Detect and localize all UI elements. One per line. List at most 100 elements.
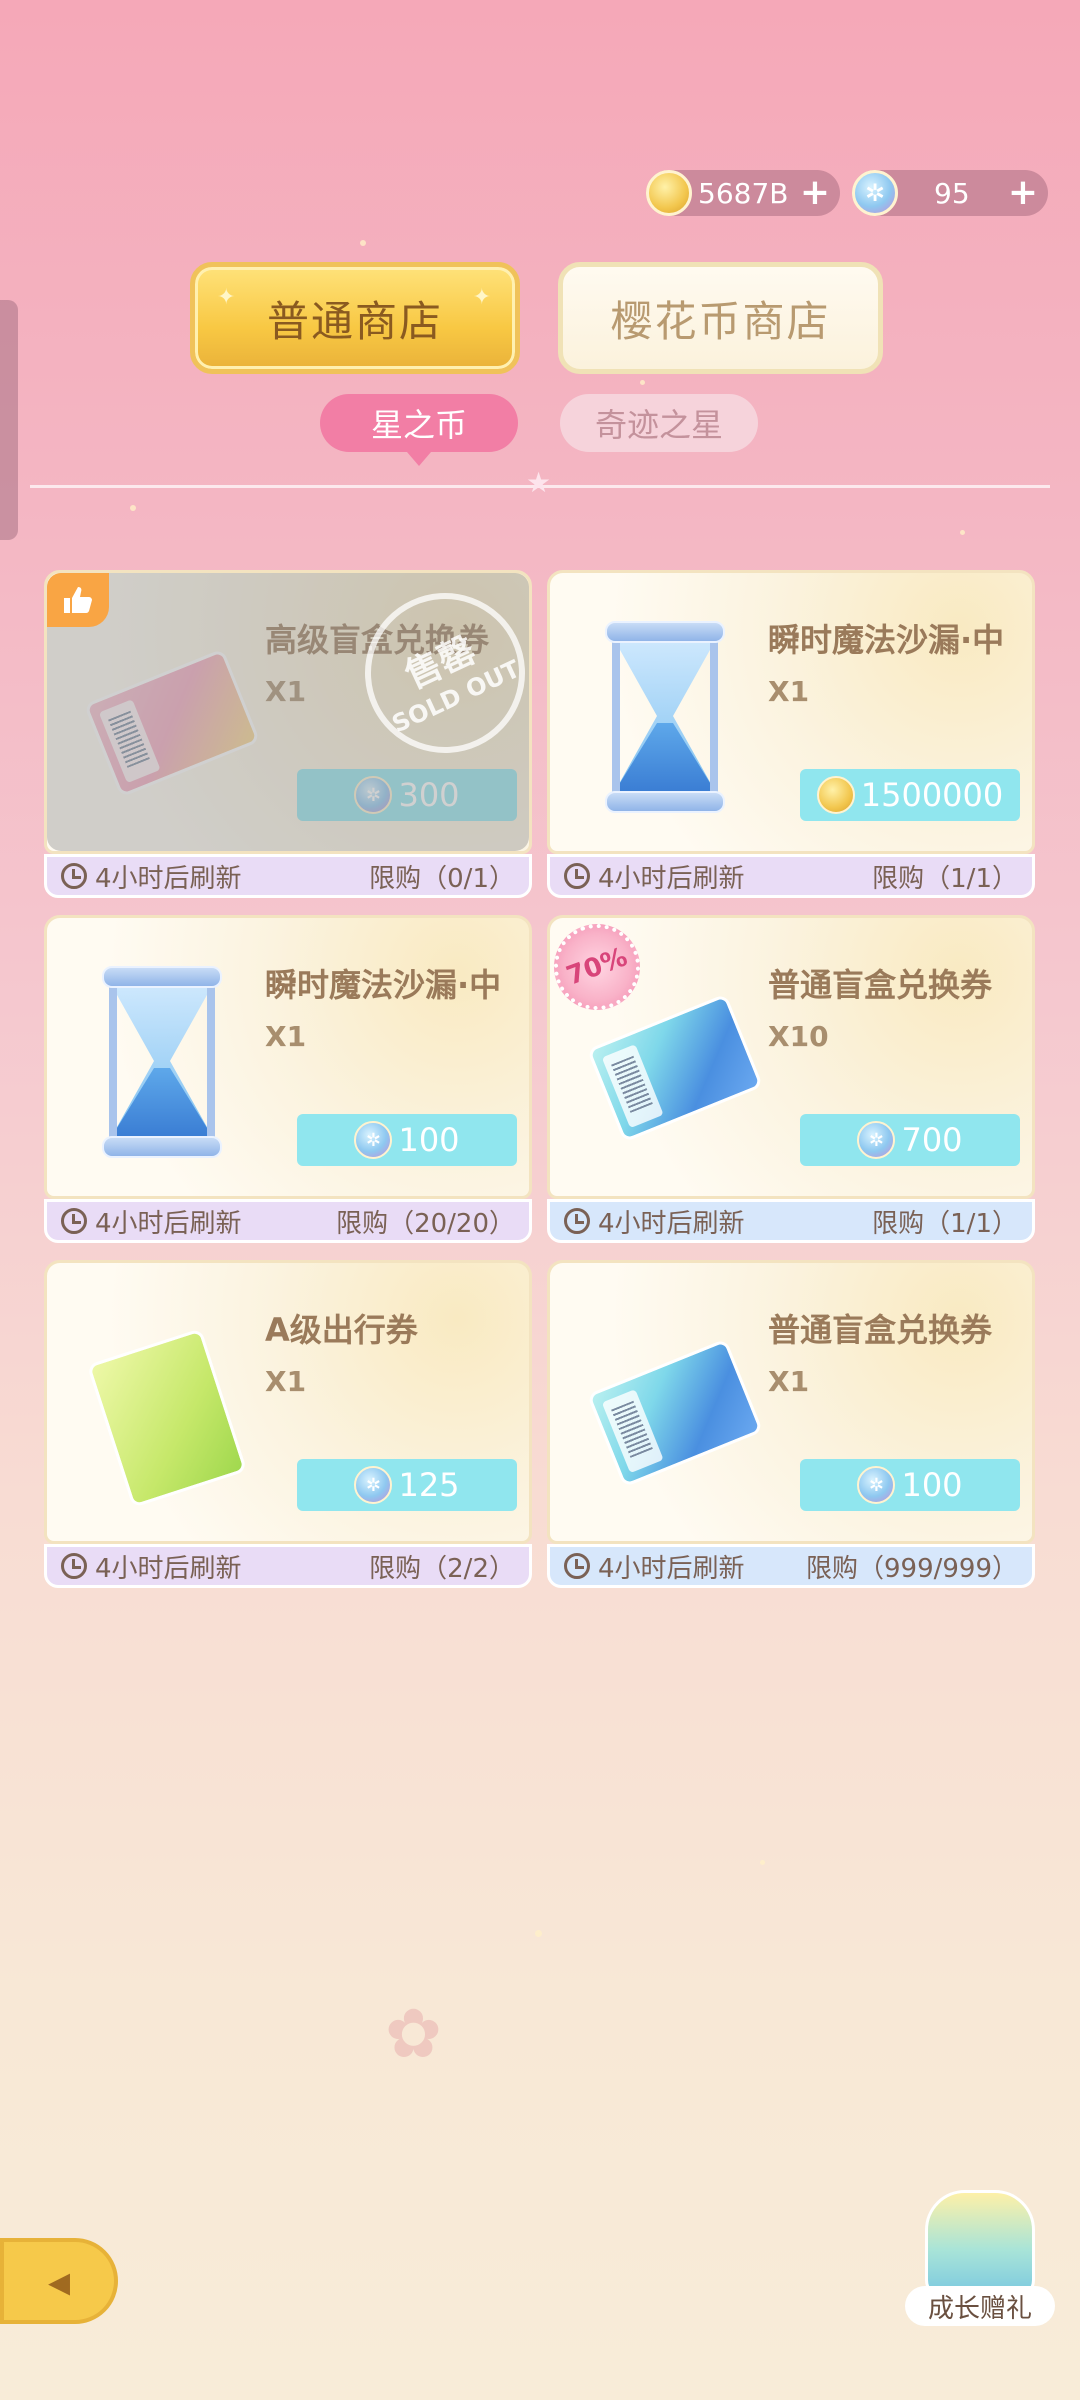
sparkle-decoration <box>535 1930 542 1937</box>
item-footer: 4小时后刷新 限购（20/20） <box>44 1199 532 1243</box>
travel-ticket-icon <box>86 1328 248 1508</box>
item-quantity: X10 <box>768 1020 829 1053</box>
item-footer: 4小时后刷新 限购（1/1） <box>547 854 1035 898</box>
subtab-miracle-star-label: 奇迹之星 <box>594 406 723 444</box>
buy-button[interactable]: 1500000 <box>800 769 1020 821</box>
buy-button[interactable]: ✲ 125 <box>297 1459 517 1511</box>
coin-balance: 5687B + <box>646 170 840 216</box>
star-gem-icon: ✲ <box>857 1121 896 1159</box>
price-value: 1500000 <box>860 776 1004 814</box>
item-title: 普通盲盒兑换券 <box>768 1311 993 1349</box>
coin-amount: 5687B <box>698 176 789 210</box>
gold-coin-icon <box>646 170 692 216</box>
sparkle-decoration <box>960 530 965 535</box>
clock-icon <box>564 1208 590 1234</box>
item-footer: 4小时后刷新 限购（1/1） <box>547 1199 1035 1243</box>
refresh-timer: 4小时后刷新 <box>598 1553 745 1584</box>
price-value: 700 <box>901 1121 963 1159</box>
item-quantity: X1 <box>265 1365 307 1398</box>
hourglass-icon <box>77 958 247 1158</box>
item-title: 瞬时魔法沙漏·中 <box>768 621 1005 659</box>
refresh-timer: 4小时后刷新 <box>598 1208 745 1239</box>
purchase-limit: 限购（20/20） <box>336 1208 515 1239</box>
subtab-miracle-star[interactable]: 奇迹之星 <box>560 394 758 452</box>
clock-icon <box>564 863 590 889</box>
clock-icon <box>564 1553 590 1579</box>
purchase-limit: 限购（999/999） <box>805 1553 1018 1584</box>
hourglass-icon <box>580 613 750 813</box>
star-amount: 95 <box>934 176 970 210</box>
sparkle-decoration <box>130 505 136 511</box>
item-quantity: X1 <box>265 1020 307 1053</box>
star-gem-icon: ✲ <box>857 1466 896 1504</box>
tab-normal-shop[interactable]: ✦ 普通商店 ✦ <box>190 262 520 374</box>
sparkle-decoration <box>360 240 366 246</box>
item-title: 普通盲盒兑换券 <box>768 966 993 1004</box>
add-coin-button[interactable]: + <box>800 175 830 211</box>
price-value: 100 <box>398 1121 460 1159</box>
item-title: A级出行券 <box>265 1311 418 1349</box>
star-gem-icon: ✲ <box>354 1466 393 1504</box>
purchase-limit: 限购（0/1） <box>369 863 515 894</box>
tab-normal-shop-label: 普通商店 <box>266 296 443 346</box>
purchase-limit: 限购（1/1） <box>872 1208 1018 1239</box>
flower-icon: ✿ <box>385 1995 442 2074</box>
refresh-timer: 4小时后刷新 <box>95 863 242 894</box>
tab-sakura-shop-label: 樱花币商店 <box>610 296 831 346</box>
refresh-timer: 4小时后刷新 <box>598 863 745 894</box>
item-panel: A级出行券 X1 ✲ 125 <box>44 1260 532 1544</box>
side-handle[interactable] <box>0 300 18 540</box>
sparkle-icon: ✦ <box>217 285 238 310</box>
item-footer: 4小时后刷新 限购（999/999） <box>547 1544 1035 1588</box>
item-panel: 高级盲盒兑换券 X1 ✲ 300 售罄 SOLD OUT <box>44 570 532 854</box>
star-balance: ✲ 95 + <box>852 170 1048 216</box>
shop-item-card[interactable]: 瞬时魔法沙漏·中 X1 ✲ 100 4小时后刷新 限购（20/20） <box>44 915 532 1245</box>
sparkle-decoration <box>640 380 645 385</box>
shop-item-card[interactable]: 瞬时魔法沙漏·中 X1 1500000 4小时后刷新 限购（1/1） <box>547 570 1035 900</box>
shop-item-card[interactable]: A级出行券 X1 ✲ 125 4小时后刷新 限购（2/2） <box>44 1260 532 1590</box>
clock-icon <box>61 1553 87 1579</box>
item-quantity: X1 <box>768 675 810 708</box>
shop-item-card[interactable]: 普通盲盒兑换券 X1 ✲ 100 4小时后刷新 限购（999/999） <box>547 1260 1035 1590</box>
item-panel: 普通盲盒兑换券 X10 ✲ 700 70% <box>547 915 1035 1199</box>
ticket-icon <box>586 1338 764 1488</box>
purchase-limit: 限购（2/2） <box>369 1553 515 1584</box>
subtab-star-coin-label: 星之币 <box>370 406 467 444</box>
sparkle-decoration <box>760 1860 765 1865</box>
item-title: 瞬时魔法沙漏·中 <box>265 966 502 1004</box>
buy-button[interactable]: ✲ 100 <box>297 1114 517 1166</box>
growth-gift-button[interactable]: 成长赠礼 <box>905 2180 1065 2330</box>
item-image <box>77 1303 248 1508</box>
sparkle-icon: ✦ <box>472 285 493 310</box>
refresh-timer: 4小时后刷新 <box>95 1553 242 1584</box>
item-panel: 普通盲盒兑换券 X1 ✲ 100 <box>547 1260 1035 1544</box>
purchase-limit: 限购（1/1） <box>872 863 1018 894</box>
star-icon: ★ <box>526 466 552 499</box>
item-panel: 瞬时魔法沙漏·中 X1 1500000 <box>547 570 1035 854</box>
star-gem-icon: ✲ <box>852 170 898 216</box>
star-gem-icon: ✲ <box>354 1121 393 1159</box>
ticket-icon <box>586 993 764 1143</box>
item-panel: 瞬时魔法沙漏·中 X1 ✲ 100 <box>44 915 532 1199</box>
subtab-star-coin[interactable]: 星之币 <box>320 394 518 466</box>
refresh-timer: 4小时后刷新 <box>95 1208 242 1239</box>
back-arrow-icon: ◂ <box>47 2255 71 2307</box>
tab-sakura-shop[interactable]: 樱花币商店 <box>558 262 883 374</box>
back-button[interactable]: ◂ <box>0 2238 118 2324</box>
clock-icon <box>61 863 87 889</box>
price-value: 125 <box>398 1466 460 1504</box>
growth-gift-label: 成长赠礼 <box>905 2286 1055 2326</box>
item-image <box>580 1303 764 1503</box>
gift-icon <box>925 2190 1035 2300</box>
item-footer: 4小时后刷新 限购（2/2） <box>44 1544 532 1588</box>
clock-icon <box>61 1208 87 1234</box>
item-quantity: X1 <box>768 1365 810 1398</box>
shop-item-card[interactable]: 高级盲盒兑换券 X1 ✲ 300 售罄 SOLD OUT 4小时后刷新 限购（0… <box>44 570 532 900</box>
buy-button[interactable]: ✲ 700 <box>800 1114 1020 1166</box>
item-footer: 4小时后刷新 限购（0/1） <box>44 854 532 898</box>
shop-item-card[interactable]: 普通盲盒兑换券 X10 ✲ 700 70% 4小时后刷新 限购（1/1） <box>547 915 1035 1245</box>
gold-coin-icon <box>816 776 855 814</box>
add-star-button[interactable]: + <box>1008 175 1038 211</box>
buy-button[interactable]: ✲ 100 <box>800 1459 1020 1511</box>
thumbs-up-icon <box>47 573 109 627</box>
